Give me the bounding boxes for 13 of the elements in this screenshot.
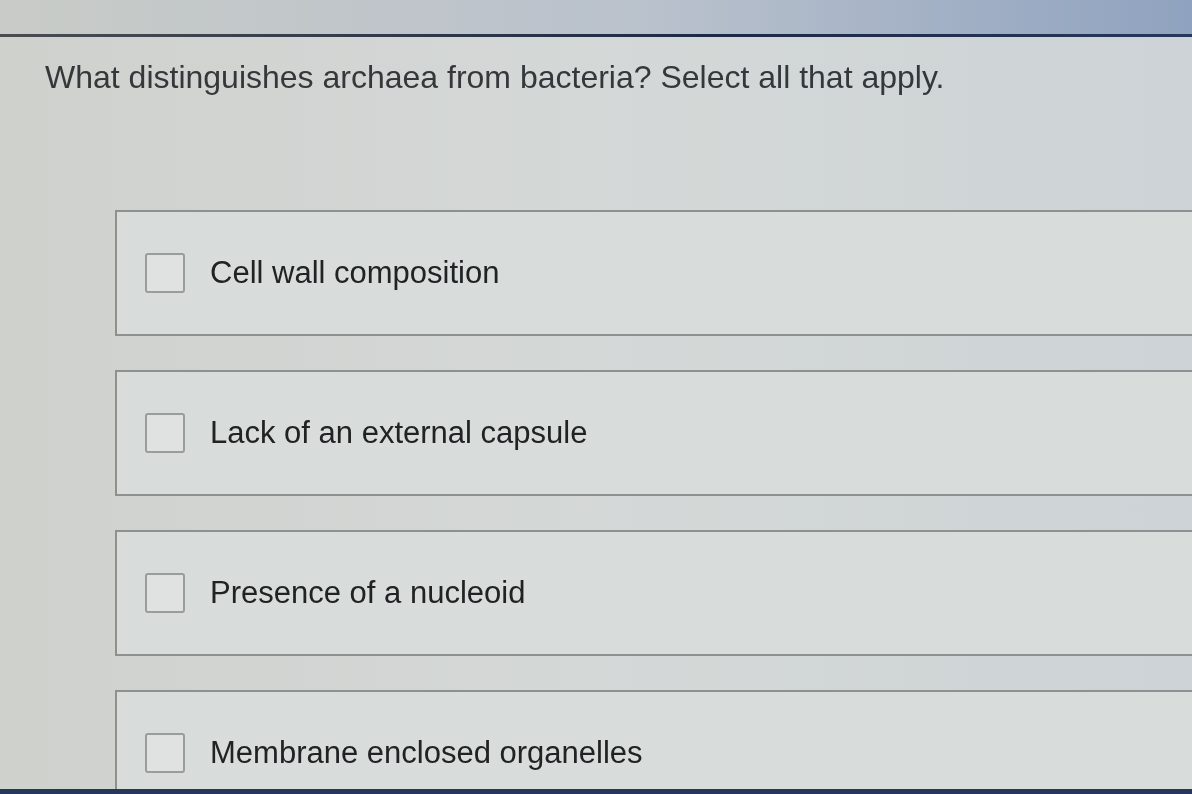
- checkbox[interactable]: [145, 573, 185, 613]
- option-label: Cell wall composition: [210, 254, 500, 292]
- option-card[interactable]: Presence of a nucleoid: [115, 530, 1192, 656]
- option-card[interactable]: Lack of an external capsule: [115, 370, 1192, 496]
- checkbox[interactable]: [145, 253, 185, 293]
- option-card[interactable]: Membrane enclosed organelles: [115, 690, 1192, 789]
- checkbox[interactable]: [145, 413, 185, 453]
- option-label: Lack of an external capsule: [210, 414, 588, 452]
- option-label: Presence of a nucleoid: [210, 574, 526, 612]
- option-label: Membrane enclosed organelles: [210, 734, 643, 772]
- question-text: What distinguishes archaea from bacteria? Select all that apply.: [44, 58, 946, 97]
- option-card[interactable]: Cell wall composition: [115, 210, 1192, 336]
- checkbox[interactable]: [145, 733, 185, 773]
